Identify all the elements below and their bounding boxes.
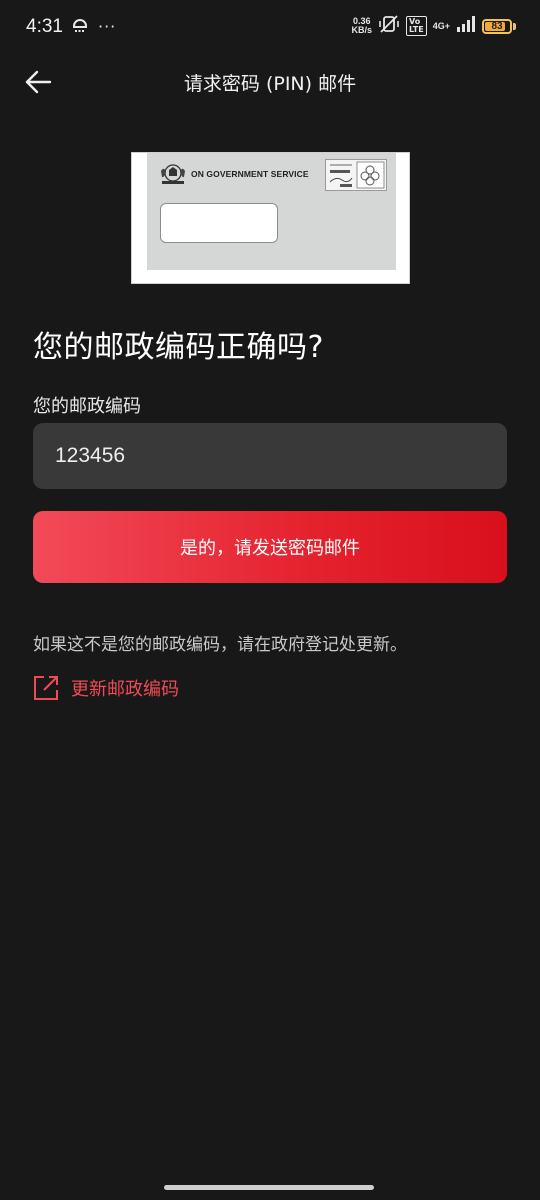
update-info-text: 如果这不是您的邮政编码，请在政府登记处更新。: [33, 635, 407, 655]
battery-icon: 83: [482, 18, 516, 34]
send-pin-mail-button[interactable]: 是的，请发送密码邮件: [33, 511, 507, 583]
notification-icon: [72, 14, 88, 38]
update-postal-code-link[interactable]: 更新邮政编码: [33, 675, 179, 701]
network-speed: 0.36 KB/s: [352, 17, 373, 35]
more-dots-icon: ···: [98, 16, 117, 36]
update-link-label: 更新邮政编码: [71, 679, 179, 700]
status-bar: 4:31 ··· 0.36 KB/s Vo LTE 4G+ 83: [0, 0, 540, 52]
home-indicator[interactable]: [164, 1185, 374, 1190]
vibrate-off-icon: [378, 14, 400, 38]
send-pin-mail-label: 是的，请发送密码邮件: [180, 538, 360, 559]
status-left-icons: ···: [72, 14, 116, 38]
envelope-service-text: ON GOVERNMENT SERVICE: [191, 169, 309, 179]
status-time: 4:31: [26, 16, 63, 37]
status-right-icons: 0.36 KB/s Vo LTE 4G+ 83: [352, 14, 516, 38]
network-type: 4G+: [432, 21, 450, 31]
external-link-icon: [34, 676, 58, 700]
postal-code-field[interactable]: 123456: [33, 423, 507, 489]
envelope-illustration: ON GOVERNMENT SERVICE: [131, 152, 410, 284]
page-title: 请求密码 (PIN) 邮件: [183, 73, 357, 95]
battery-level: 83: [491, 20, 503, 32]
postal-code-value: 123456: [55, 444, 126, 467]
envelope: ON GOVERNMENT SERVICE: [147, 153, 396, 270]
signal-icon: [456, 16, 476, 36]
confirm-question: 您的邮政编码正确吗?: [33, 330, 324, 365]
postage-stamp: [325, 159, 387, 191]
speed-unit: KB/s: [351, 25, 373, 35]
postal-code-label: 您的邮政编码: [33, 396, 141, 417]
volte-icon: Vo LTE: [406, 16, 427, 36]
header: 请求密码 (PIN) 邮件: [0, 52, 540, 110]
government-crest-icon: [161, 164, 185, 184]
envelope-address-window: [160, 203, 278, 243]
